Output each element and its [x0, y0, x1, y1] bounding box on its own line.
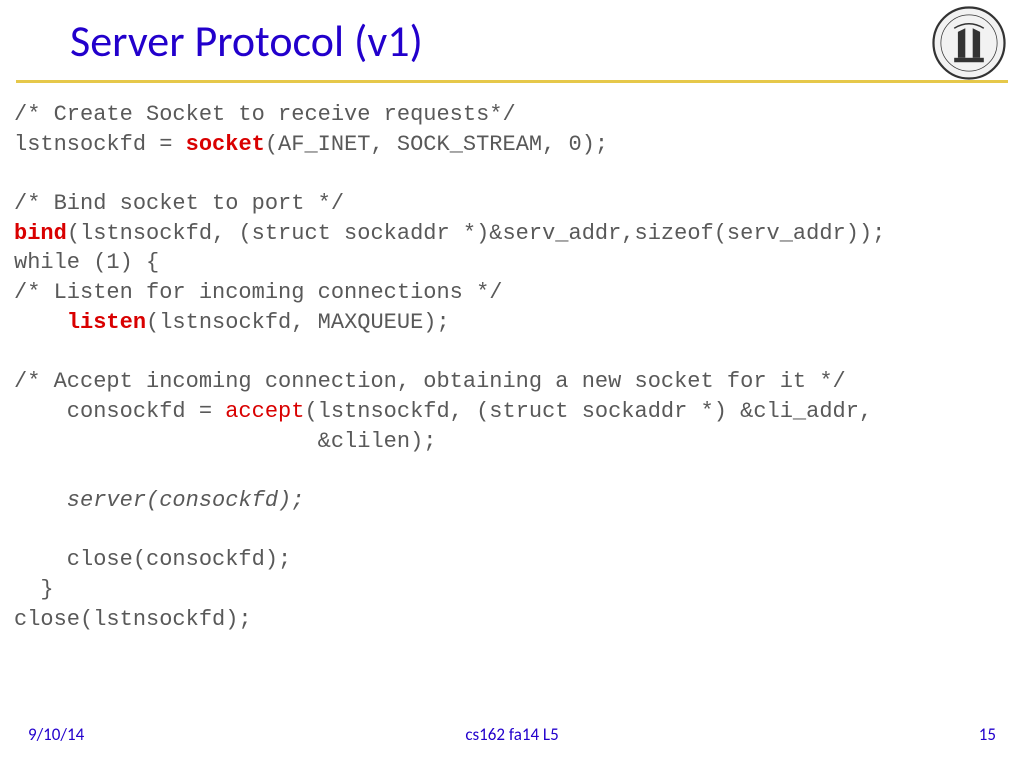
keyword-listen: listen — [67, 310, 146, 335]
code-block: /* Create Socket to receive requests*/ l… — [14, 100, 1010, 634]
code-line: /* Accept incoming connection, obtaining… — [14, 369, 846, 394]
footer: 9/10/14 cs162 fa14 L5 15 — [0, 724, 1024, 748]
code-line: /* Bind socket to port */ — [14, 191, 344, 216]
title-underline — [16, 80, 1008, 83]
keyword-accept: accept — [225, 399, 304, 424]
code-line: &clilen); — [14, 429, 436, 454]
slide-title: Server Protocol (v1) — [70, 14, 994, 68]
code-line: /* Create Socket to receive requests*/ — [14, 102, 516, 127]
seal-svg — [932, 6, 1006, 80]
keyword-bind: bind — [14, 221, 67, 246]
code-line: while (1) { — [14, 250, 159, 275]
title-area: Server Protocol (v1) — [70, 14, 994, 68]
keyword-socket: socket — [186, 132, 265, 157]
code-line: close(lstnsockfd); — [14, 607, 252, 632]
code-line: } — [14, 577, 54, 602]
code-line: close(consockfd); — [14, 547, 291, 572]
code-line: bind(lstnsockfd, (struct sockaddr *)&ser… — [14, 221, 899, 246]
university-seal-icon — [932, 6, 1006, 80]
code-line: lstnsockfd = socket(AF_INET, SOCK_STREAM… — [14, 132, 608, 157]
footer-page: 15 — [979, 724, 996, 745]
footer-course: cs162 fa14 L5 — [0, 724, 1024, 745]
code-line: consockfd = accept(lstnsockfd, (struct s… — [14, 399, 872, 424]
slide: Server Protocol (v1) /* Create Socket to… — [0, 0, 1024, 768]
code-line: /* Listen for incoming connections */ — [14, 280, 502, 305]
code-line: server(consockfd); — [14, 488, 304, 513]
code-line: listen(lstnsockfd, MAXQUEUE); — [14, 310, 463, 335]
